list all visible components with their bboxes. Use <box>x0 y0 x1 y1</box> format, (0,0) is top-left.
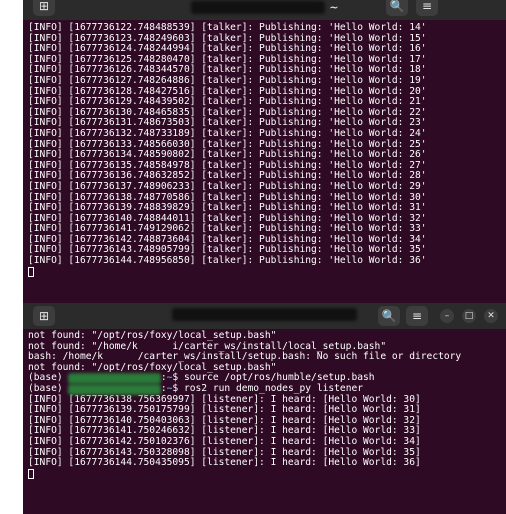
cursor-icon <box>28 266 34 277</box>
input-line[interactable] <box>28 468 506 482</box>
terminal-output[interactable]: [INFO] [1677736122.748488539] [talker]: … <box>23 20 506 279</box>
minimize-icon[interactable]: – <box>440 309 454 323</box>
terminal-line: [INFO] [1677736127.748264886] [talker]: … <box>28 74 427 86</box>
terminal-line: [INFO] [1677736144.748956850] [talker]: … <box>28 255 427 267</box>
terminal-line: [INFO] [1677736132.748733189] [talker]: … <box>28 127 427 139</box>
search-icon[interactable]: 🔍 <box>386 0 408 16</box>
terminal-line: [INFO] [1677736137.748906233] [talker]: … <box>28 180 427 192</box>
terminal-window-talker[interactable]: ⊞ xxxxxxxxxxxxxxxxxxx ~ 🔍 ≡ [INFO] [1677… <box>23 0 506 303</box>
terminal-line: [INFO] [1677736144.750435095] [listener]… <box>28 457 421 469</box>
titlebar[interactable]: ⊞ xxxxxxxxxxxxxxxxxxxxxxxxxx 🔍 ≡ – □ ✕ <box>23 303 506 329</box>
command-text: $ ros2 run demo_nodes_py listener <box>172 382 364 394</box>
prompt-line: (base) xxxxxxxxxxxxxxxx:~$ ros2 run demo… <box>28 382 506 395</box>
terminal-line: [INFO] [1677736122.748488539] [talker]: … <box>28 22 427 33</box>
close-icon[interactable]: ✕ <box>484 309 498 323</box>
input-line[interactable] <box>28 266 506 280</box>
menu-icon[interactable]: ≡ <box>406 306 428 326</box>
terminal-output[interactable]: not found: "/opt/ros/foxy/local_setup.ba… <box>23 329 506 481</box>
redacted-username: xxxxxxxxxxxxxxxxxxxxxxxxxx <box>172 308 357 321</box>
window-title: xxxxxxxxxxxxxxxxxxxxxxxxxx <box>23 308 506 321</box>
redacted-user-host: xxxxxxxxxxxxxxxx <box>68 383 161 395</box>
maximize-icon[interactable]: □ <box>462 309 476 323</box>
cursor-icon <box>28 468 34 479</box>
menu-icon[interactable]: ≡ <box>416 0 438 16</box>
terminal-line: [INFO] [1677736142.750102376] [listener]… <box>28 435 421 447</box>
command-text: $ source /opt/ros/humble/setup.bash <box>172 372 375 384</box>
conda-env: (base) <box>28 372 69 384</box>
terminal-line: not found: "/opt/ros/foxy/local_setup.ba… <box>28 330 277 341</box>
search-icon[interactable]: 🔍 <box>378 306 400 326</box>
title-path: ~ <box>329 1 339 14</box>
redacted-username: xxxxxxxxxxxxxxxxxxx <box>190 1 326 14</box>
terminal-window-listener[interactable]: ⊞ xxxxxxxxxxxxxxxxxxxxxxxxxx 🔍 ≡ – □ ✕ n… <box>23 303 506 514</box>
titlebar[interactable]: ⊞ xxxxxxxxxxxxxxxxxxx ~ 🔍 ≡ <box>23 0 506 20</box>
conda-env: (base) <box>28 382 69 394</box>
